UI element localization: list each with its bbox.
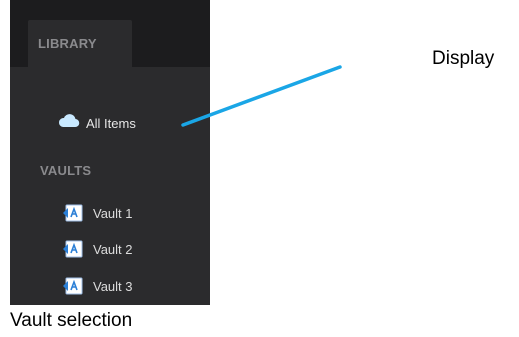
- vault-icon: [63, 240, 83, 258]
- annotation-display-label: Display: [432, 48, 495, 69]
- vault-icon: [63, 277, 83, 295]
- tab-library-label: LIBRARY: [38, 36, 97, 51]
- sidebar-item-all-items-label: All Items: [86, 115, 136, 131]
- sidebar-item-vault-1[interactable]: Vault 1: [63, 202, 133, 224]
- sidebar-item-vault-label: Vault 1: [93, 205, 133, 221]
- sidebar-item-vault-3[interactable]: Vault 3: [63, 275, 133, 297]
- sidebar-item-vault-2[interactable]: Vault 2: [63, 238, 133, 260]
- vaults-heading: VAULTS: [40, 163, 92, 178]
- sidebar-item-vault-label: Vault 3: [93, 278, 133, 294]
- tab-library[interactable]: LIBRARY: [28, 20, 132, 68]
- sidebar-item-vault-label: Vault 2: [93, 241, 133, 257]
- sidebar: LIBRARY All Items VAULTS Vault 1 Vault 2…: [10, 0, 210, 305]
- cloud-icon: [58, 113, 80, 134]
- sidebar-item-all-items[interactable]: All Items: [58, 112, 136, 134]
- annotation-caption: Vault selection: [10, 310, 133, 331]
- page: LIBRARY All Items VAULTS Vault 1 Vault 2…: [0, 0, 519, 337]
- vault-icon: [63, 204, 83, 222]
